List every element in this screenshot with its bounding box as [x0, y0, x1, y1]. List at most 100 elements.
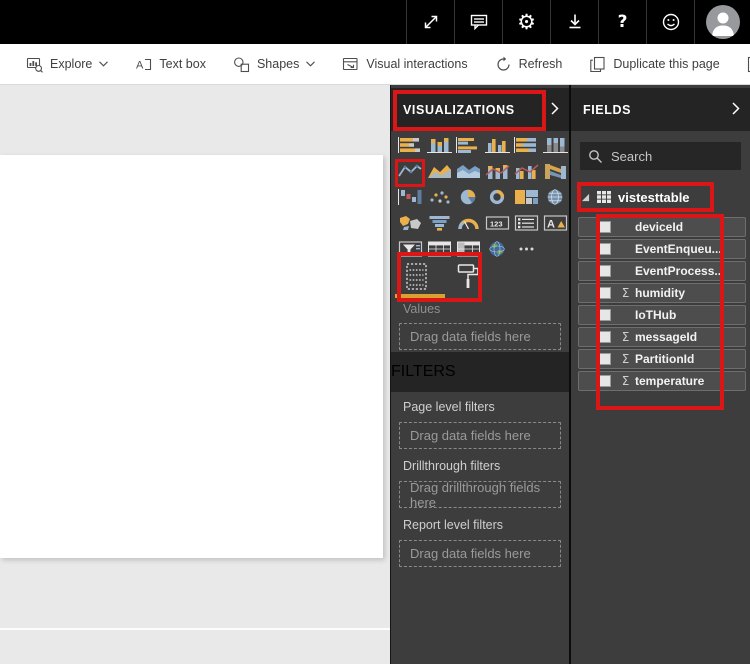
- viz-icon-gauge[interactable]: [456, 215, 481, 231]
- viz-icon-treemap[interactable]: [514, 189, 539, 205]
- viz-icon-pie-chart[interactable]: [456, 189, 481, 205]
- refresh-label: Refresh: [518, 57, 563, 71]
- field-checkbox[interactable]: [599, 287, 611, 299]
- page-level-filters-label: Page level filters: [403, 400, 495, 414]
- collapse-chevron-icon[interactable]: [732, 102, 740, 115]
- viz-icon-clustered-column-chart[interactable]: [485, 137, 510, 153]
- page-tab-divider: [0, 628, 390, 630]
- feedback-smiley-icon[interactable]: [646, 0, 694, 44]
- viz-icon-kpi[interactable]: A: [543, 215, 568, 231]
- sum-sigma-icon: Σ: [621, 352, 630, 366]
- viz-icon-100-stacked-column-chart[interactable]: [543, 137, 568, 153]
- text-box-button[interactable]: A Text box: [135, 56, 206, 73]
- visualizations-title: VISUALIZATIONS: [403, 102, 515, 117]
- field-checkbox[interactable]: [599, 375, 611, 387]
- format-paint-roller-icon: [457, 264, 479, 288]
- chevron-down-icon: [306, 61, 316, 67]
- drillthrough-filters-label: Drillthrough filters: [403, 459, 501, 473]
- topbar-icon-group: ⚙ ?: [406, 0, 750, 44]
- explore-button[interactable]: Explore: [26, 56, 109, 73]
- viz-icon-line-and-stacked-column-chart[interactable]: [485, 163, 510, 179]
- field-row-EventProcessed[interactable]: EventProcess...: [578, 261, 746, 281]
- help-icon[interactable]: ?: [598, 0, 646, 44]
- report-canvas-area: [0, 85, 390, 664]
- refresh-button[interactable]: Refresh: [495, 56, 563, 73]
- tab-format[interactable]: [443, 254, 495, 300]
- viz-icon-line-and-clustered-column-chart[interactable]: [514, 163, 539, 179]
- top-app-bar: ⚙ ?: [0, 0, 750, 44]
- report-page[interactable]: [0, 155, 383, 558]
- visual-interactions-label: Visual interactions: [366, 57, 468, 71]
- viz-icon-area-chart[interactable]: [427, 163, 452, 179]
- field-checkbox[interactable]: [599, 331, 611, 343]
- fields-search[interactable]: [580, 142, 741, 170]
- fields-tab-icon: [406, 263, 427, 290]
- viz-icon-line-chart[interactable]: [398, 163, 423, 179]
- viz-icon-stacked-area-chart[interactable]: [456, 163, 481, 179]
- report-level-filters-label: Report level filters: [403, 518, 504, 532]
- values-label: Values: [403, 302, 441, 316]
- field-row-temperature[interactable]: Σ temperature: [578, 371, 746, 391]
- field-row-messageId[interactable]: Σ messageId: [578, 327, 746, 347]
- search-icon: [589, 149, 602, 163]
- shapes-label: Shapes: [256, 57, 300, 71]
- page-level-filters-well[interactable]: Drag data fields here: [399, 422, 561, 449]
- field-row-EventEnqueued[interactable]: EventEnqueu...: [578, 239, 746, 259]
- svg-text:123: 123: [490, 220, 503, 229]
- filters-section-header: FILTERS: [391, 352, 569, 392]
- settings-gear-icon[interactable]: ⚙: [502, 0, 550, 44]
- field-checkbox[interactable]: [599, 221, 611, 233]
- sum-sigma-icon: Σ: [621, 330, 630, 344]
- viz-icon-map[interactable]: [543, 189, 568, 205]
- viz-icon-100-stacked-bar-chart[interactable]: [514, 137, 539, 153]
- explore-label: Explore: [50, 57, 93, 71]
- expand-triangle-icon[interactable]: [581, 193, 590, 202]
- tab-fields[interactable]: [391, 254, 445, 300]
- viz-icon-filled-map[interactable]: [398, 215, 423, 231]
- viz-icon-ribbon-chart[interactable]: [543, 163, 568, 179]
- search-input[interactable]: [611, 148, 721, 164]
- values-drop-well[interactable]: Drag data fields here: [399, 323, 561, 350]
- field-row-IoTHub[interactable]: IoTHub: [578, 305, 746, 325]
- visual-interactions-button[interactable]: Visual interactions: [342, 56, 468, 73]
- field-checkbox[interactable]: [599, 243, 611, 255]
- collapse-chevron-icon[interactable]: [551, 102, 559, 115]
- svg-text:A: A: [136, 59, 144, 71]
- duplicate-page-button[interactable]: Duplicate this page: [589, 56, 720, 73]
- field-checkbox[interactable]: [599, 353, 611, 365]
- viz-icon-donut-chart[interactable]: [485, 189, 510, 205]
- text-box-label: Text box: [159, 57, 206, 71]
- viz-icon-card[interactable]: 123: [485, 215, 510, 231]
- field-row-PartitionId[interactable]: Σ PartitionId: [578, 349, 746, 369]
- table-grid-icon: [597, 191, 611, 203]
- shapes-button[interactable]: Shapes: [233, 56, 316, 73]
- viz-icon-clustered-bar-chart[interactable]: [456, 137, 481, 153]
- viz-icon-stacked-column-chart[interactable]: [427, 137, 452, 153]
- duplicate-page-label: Duplicate this page: [613, 57, 720, 71]
- table-name: vistesttable: [618, 189, 690, 205]
- avatar-circle: [705, 5, 740, 39]
- fields-title: FIELDS: [583, 102, 632, 117]
- sum-sigma-icon: Σ: [621, 286, 630, 300]
- field-checkbox[interactable]: [599, 309, 611, 321]
- drillthrough-filters-well[interactable]: Drag drillthrough fields here: [399, 480, 561, 510]
- viz-icon-multi-row-card[interactable]: [514, 215, 539, 231]
- field-row-humidity[interactable]: Σ humidity: [578, 283, 746, 303]
- field-row-deviceId[interactable]: deviceId: [578, 217, 746, 237]
- table-node-vistesttable[interactable]: vistesttable: [571, 184, 750, 210]
- download-icon[interactable]: [550, 0, 598, 44]
- visualizations-panel-header[interactable]: VISUALIZATIONS: [391, 88, 569, 131]
- user-avatar[interactable]: [694, 0, 750, 44]
- chevron-down-icon: [99, 61, 109, 67]
- viz-pane-tabs: [391, 254, 569, 300]
- report-level-filters-well[interactable]: Drag data fields here: [399, 540, 561, 567]
- viz-icon-waterfall-chart[interactable]: [398, 189, 423, 205]
- viz-icon-stacked-bar-chart[interactable]: [398, 137, 423, 153]
- visualizations-panel: VISUALIZATIONS 123 A Values Drag data fi…: [390, 85, 569, 664]
- comments-icon[interactable]: [454, 0, 502, 44]
- viz-icon-funnel[interactable]: [427, 215, 452, 231]
- viz-icon-scatter-chart[interactable]: [427, 189, 452, 205]
- fullscreen-icon[interactable]: [406, 0, 454, 44]
- fields-panel-header[interactable]: FIELDS: [571, 88, 750, 131]
- field-checkbox[interactable]: [599, 265, 611, 277]
